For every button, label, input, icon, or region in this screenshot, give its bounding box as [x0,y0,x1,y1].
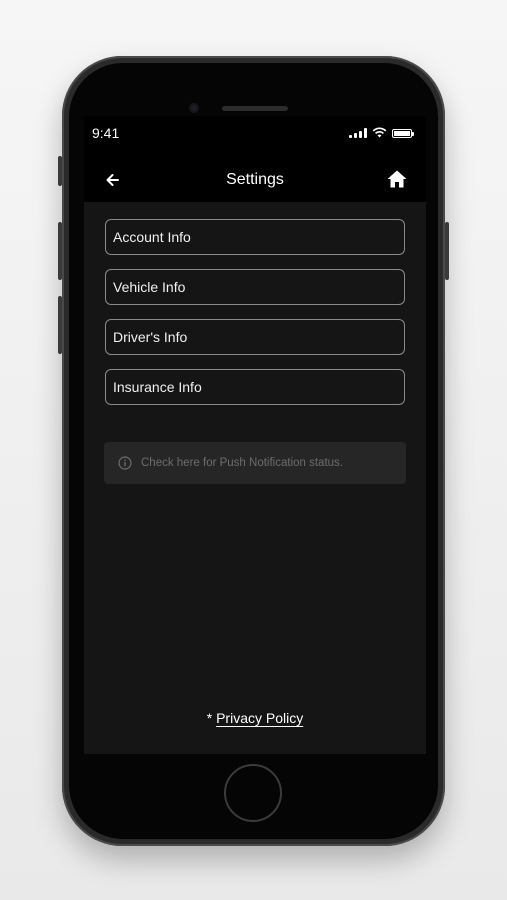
app-screen: 9:41 Settings Account Info Vehicle Info … [84,116,426,754]
home-hardware-button[interactable] [224,764,282,822]
privacy-policy-link[interactable]: Privacy Policy [216,710,303,726]
drivers-info-button[interactable]: Driver's Info [105,319,405,355]
account-info-button[interactable]: Account Info [105,219,405,255]
page-title: Settings [226,171,284,188]
push-notification-status-banner[interactable]: Check here for Push Notification status. [104,442,406,484]
wifi-icon [372,127,387,138]
info-icon [118,456,132,470]
front-camera [189,103,199,113]
cellular-signal-icon [349,128,367,138]
navigation-bar: Settings [84,156,426,202]
volume-down-button [58,296,62,354]
insurance-info-button[interactable]: Insurance Info [105,369,405,405]
battery-icon [392,129,414,138]
push-notification-status-text: Check here for Push Notification status. [141,457,343,469]
home-icon[interactable] [386,168,408,190]
volume-up-button [58,222,62,280]
vehicle-info-button[interactable]: Vehicle Info [105,269,405,305]
status-icons [349,127,414,138]
earpiece-speaker [222,106,288,111]
status-bar: 9:41 [84,116,426,148]
settings-menu: Account Info Vehicle Info Driver's Info … [105,219,405,419]
power-button [445,222,449,280]
status-time: 9:41 [92,125,120,141]
settings-content: Account Info Vehicle Info Driver's Info … [84,202,426,754]
privacy-footer: * Privacy Policy [84,710,426,726]
mute-switch [58,156,62,186]
privacy-prefix: * [206,710,213,726]
